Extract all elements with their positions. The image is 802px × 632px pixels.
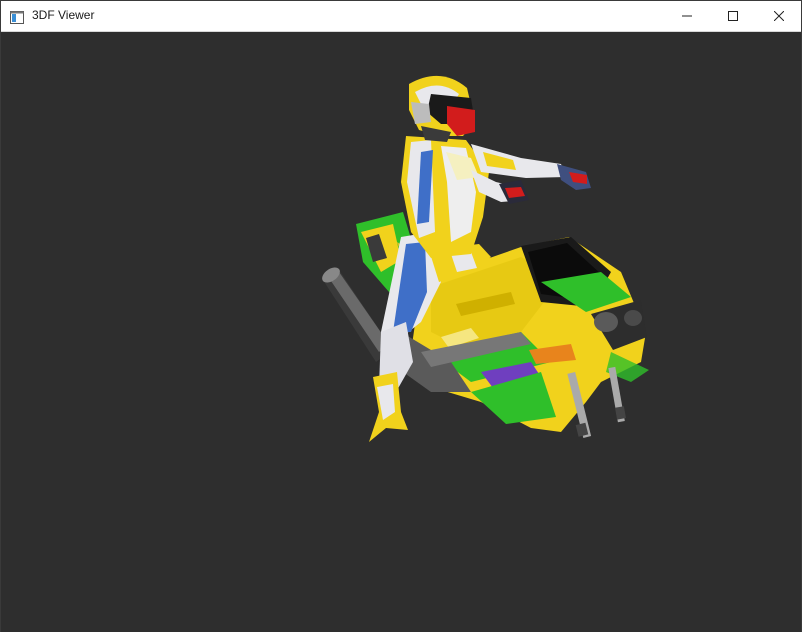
title-bar[interactable]: 3DF Viewer (1, 1, 801, 32)
close-button[interactable] (756, 1, 802, 31)
app-icon (10, 9, 24, 24)
app-window: 3DF Viewer (0, 0, 802, 632)
window-title: 3DF Viewer (32, 8, 95, 22)
maximize-icon (728, 11, 738, 21)
3d-viewport[interactable] (1, 32, 801, 632)
rider-helmet (409, 75, 475, 142)
motorbike-rider-model (322, 75, 649, 442)
close-icon (774, 11, 784, 21)
minimize-icon (682, 11, 692, 21)
minimize-button[interactable] (664, 1, 710, 31)
maximize-button[interactable] (710, 1, 756, 31)
rider-arms (471, 144, 591, 204)
